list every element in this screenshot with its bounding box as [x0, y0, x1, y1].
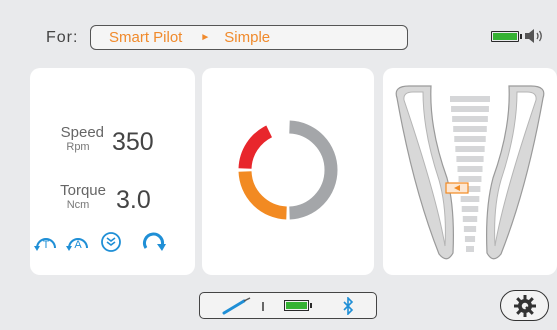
- canal-step: [454, 136, 486, 142]
- rotation-direction-icon[interactable]: [142, 230, 168, 254]
- handpiece-battery-icon: [284, 300, 312, 311]
- speed-value[interactable]: 350: [112, 128, 154, 157]
- torque-value[interactable]: 3.0: [116, 186, 151, 215]
- speed-unit: Rpm: [66, 141, 90, 153]
- torque-mode-icon[interactable]: T: [34, 232, 58, 252]
- top-bar: For: Smart Pilot ► Simple: [0, 0, 557, 62]
- torque-unit: Ncm: [66, 199, 90, 211]
- canal-step: [456, 156, 484, 162]
- canal-step: [452, 116, 488, 122]
- status-bar: [199, 292, 377, 319]
- canal-step: [464, 236, 476, 242]
- canal-step: [451, 106, 489, 112]
- mode-selector[interactable]: Smart Pilot ► Simple: [90, 25, 408, 50]
- bluetooth-icon: [343, 297, 354, 315]
- mode-primary: Smart Pilot: [109, 29, 183, 46]
- progress-gauge: [238, 120, 338, 220]
- canal-step: [453, 126, 487, 132]
- mode-secondary: Simple: [224, 29, 271, 46]
- settings-button[interactable]: [500, 290, 549, 321]
- canal-step: [466, 246, 474, 252]
- canal-step: [463, 226, 477, 232]
- gauge-gray-arc: [288, 120, 338, 220]
- canal-step: [458, 176, 482, 182]
- speaker-icon[interactable]: [524, 28, 544, 44]
- mode-separator-icon: ►: [200, 32, 211, 43]
- svg-text:T: T: [43, 239, 50, 251]
- parameters-panel: Speed Rpm 350 Torque Ncm 3.0 T A: [30, 68, 195, 275]
- canal-step: [461, 206, 479, 212]
- auto-down-icon[interactable]: [100, 231, 122, 253]
- svg-text:A: A: [74, 239, 82, 251]
- canal-step: [457, 166, 483, 172]
- for-label: For:: [46, 29, 79, 46]
- canal-step: [460, 196, 480, 202]
- canal-step: [462, 216, 478, 222]
- speed-label: Speed: [60, 124, 104, 141]
- gauge-red-arc: [238, 125, 273, 170]
- battery-icon: [491, 31, 522, 42]
- torque-label: Torque: [60, 182, 106, 199]
- auto-mode-icon[interactable]: A: [66, 232, 90, 252]
- handpiece-icon: [222, 297, 251, 315]
- root-canal-diagram: [395, 85, 545, 260]
- canal-step: [450, 96, 490, 102]
- canal-panel: [383, 68, 557, 275]
- canal-step: [455, 146, 485, 152]
- gauge-orange-arc: [238, 170, 288, 220]
- gauge-panel: [202, 68, 374, 275]
- divider: [262, 302, 264, 311]
- settings-gear-icon: [514, 295, 536, 317]
